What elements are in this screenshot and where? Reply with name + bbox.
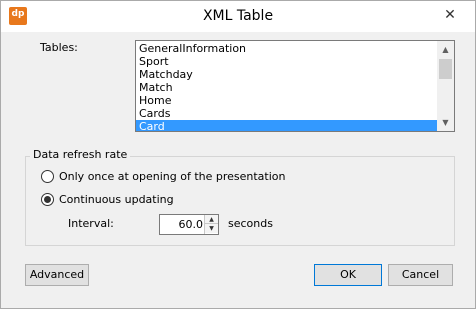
spin-up-arrow-icon[interactable]: ▲	[205, 215, 218, 224]
interval-unit-label: seconds	[228, 217, 273, 230]
vertical-scrollbar[interactable]: ▲ ▼	[437, 41, 454, 131]
close-button[interactable]: ✕	[427, 1, 473, 31]
radio-selected-dot-icon	[44, 195, 51, 203]
radio-continuous-label[interactable]: Continuous updating	[59, 193, 174, 206]
scrollbar-thumb[interactable]	[439, 59, 452, 79]
interval-value[interactable]: 60.0	[160, 218, 204, 231]
list-item[interactable]: GeneralInformation	[136, 42, 439, 55]
ok-button[interactable]: OK	[314, 264, 382, 286]
tables-label: Tables:	[40, 41, 78, 54]
radio-continuous-option[interactable]: Continuous updating	[41, 191, 174, 207]
list-item[interactable]: Home	[136, 94, 439, 107]
title-bar: dp XML Table ✕	[1, 1, 475, 32]
refresh-rate-group-title: Data refresh rate	[30, 148, 131, 161]
interval-spin-buttons: ▲ ▼	[204, 215, 218, 234]
interval-label: Interval:	[68, 217, 114, 230]
tables-list: GeneralInformation Sport Matchday Match …	[136, 42, 439, 131]
xml-table-dialog: dp XML Table ✕ Tables: GeneralInformatio…	[0, 0, 476, 309]
list-item[interactable]: Cards	[136, 107, 439, 120]
interval-stepper[interactable]: 60.0 ▲ ▼	[159, 214, 219, 235]
list-item-selected[interactable]: Card	[136, 120, 439, 131]
window-title: XML Table	[202, 8, 274, 24]
list-item[interactable]: Sport	[136, 55, 439, 68]
close-icon: ✕	[444, 7, 456, 23]
radio-once-button[interactable]	[41, 169, 54, 183]
list-item[interactable]: Match	[136, 81, 439, 94]
tables-listbox[interactable]: GeneralInformation Sport Matchday Match …	[135, 40, 455, 132]
advanced-button[interactable]: Advanced	[25, 264, 89, 286]
radio-continuous-button[interactable]	[41, 192, 54, 206]
cancel-button[interactable]: Cancel	[388, 264, 453, 286]
scroll-down-arrow-icon[interactable]: ▼	[437, 114, 454, 131]
radio-once-option[interactable]: Only once at opening of the presentation	[41, 168, 286, 184]
radio-once-label[interactable]: Only once at opening of the presentation	[59, 170, 286, 183]
spin-down-arrow-icon[interactable]: ▼	[205, 224, 218, 233]
list-item[interactable]: Matchday	[136, 68, 439, 81]
scroll-up-arrow-icon[interactable]: ▲	[437, 41, 454, 58]
